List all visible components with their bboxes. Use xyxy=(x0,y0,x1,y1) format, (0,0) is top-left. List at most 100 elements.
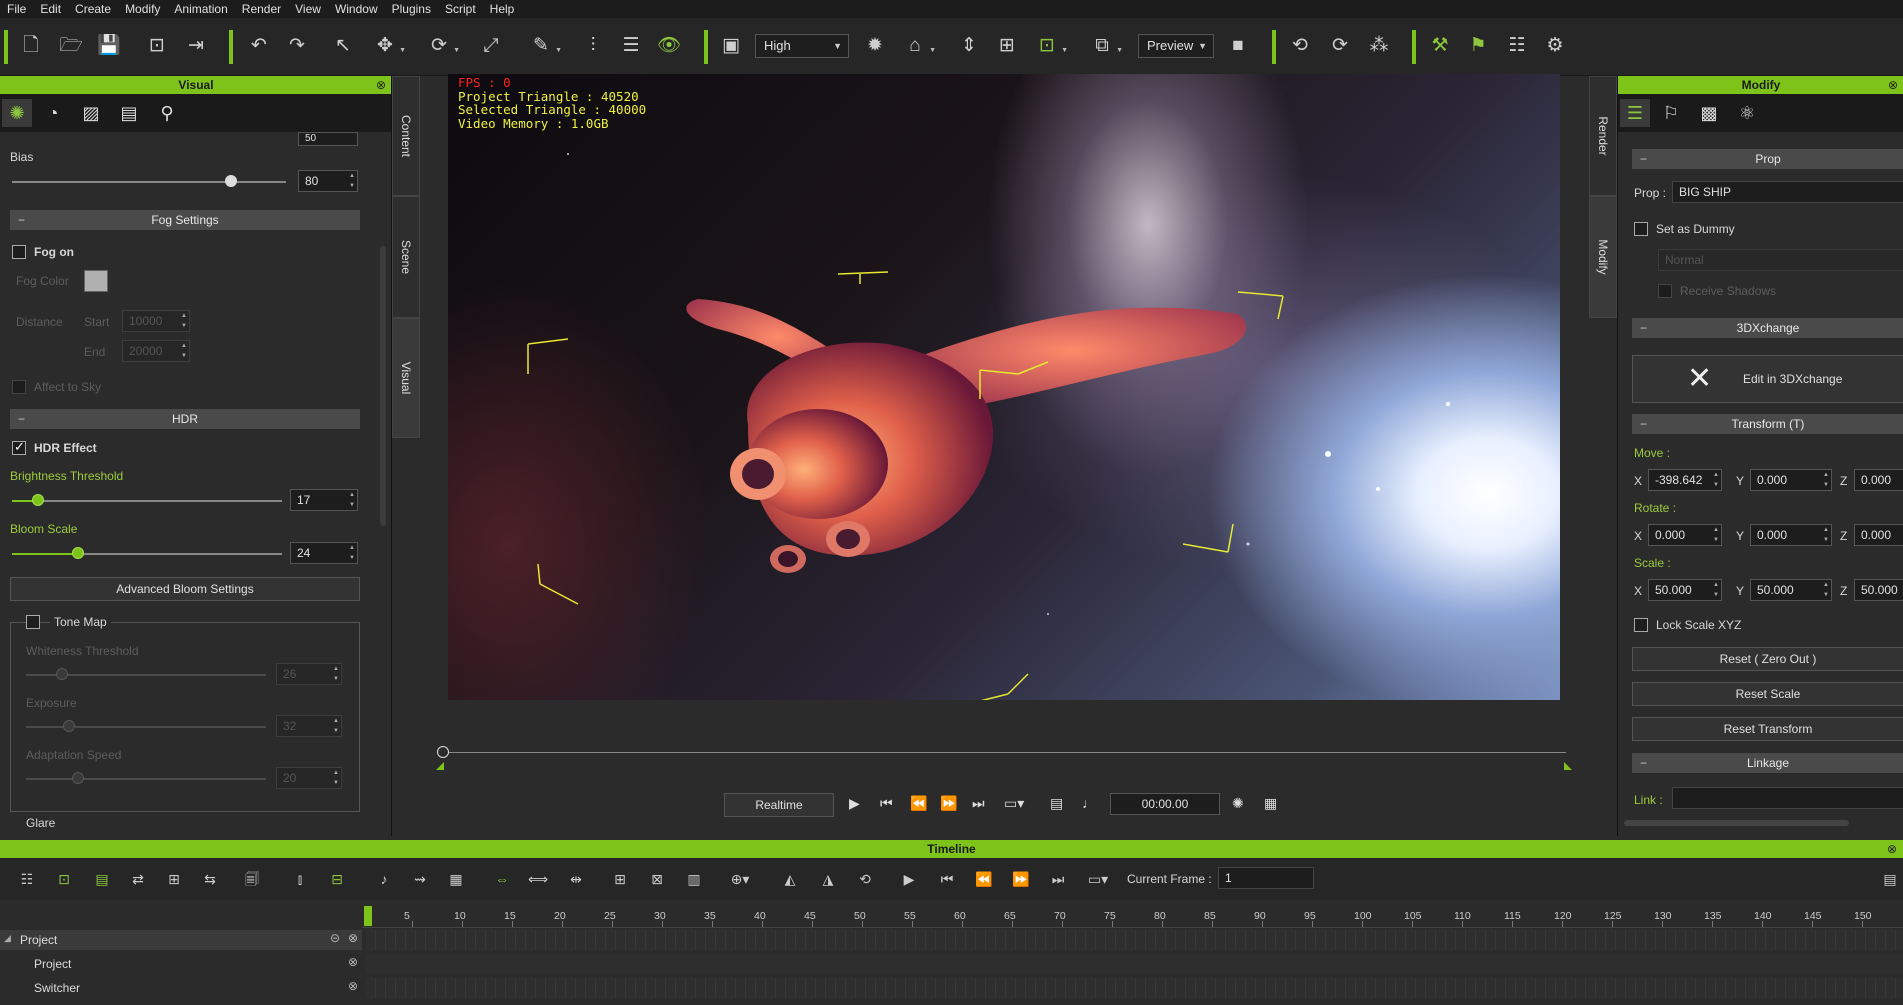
brightness-slider-track[interactable] xyxy=(12,500,282,502)
go-start-icon[interactable]: ⏮ xyxy=(880,795,893,812)
flip-icon[interactable]: ⇆ xyxy=(198,868,222,890)
view-cube-icon[interactable]: ⧉ ▼ xyxy=(1087,30,1123,60)
playhead-marker[interactable] xyxy=(364,906,372,926)
move-x-field[interactable]: -398.642 ▲ ▼ xyxy=(1648,469,1722,491)
new-file-icon[interactable]: 🗋 xyxy=(16,30,46,60)
layers-tab-icon[interactable]: ▤ xyxy=(114,99,144,127)
affect-sky-checkbox[interactable] xyxy=(12,380,26,394)
subtitle-icon[interactable]: ▤ xyxy=(1050,795,1063,812)
tab-content[interactable]: Content xyxy=(392,76,420,196)
save-icon[interactable]: 💾 xyxy=(94,30,124,60)
go-end-icon[interactable]: ⏭ xyxy=(972,795,985,812)
remove-track-icon[interactable]: ⊗ xyxy=(348,931,358,945)
remove-track-icon[interactable]: ⊗ xyxy=(348,955,358,969)
remove-track-icon[interactable]: ⊗ xyxy=(348,979,358,993)
sound-icon[interactable]: ▦ xyxy=(444,868,468,890)
collect-clip-icon[interactable]: ▤ xyxy=(90,868,114,890)
brightness-spin[interactable]: 17 ▲ ▼ xyxy=(290,489,358,511)
tab-render[interactable]: Render xyxy=(1589,76,1617,196)
menu-script[interactable]: Script xyxy=(438,0,483,18)
prop-section-header[interactable]: − Prop xyxy=(1632,149,1903,169)
prev-key-icon[interactable]: ⏪ xyxy=(910,795,927,812)
checklist-icon[interactable]: ☷ xyxy=(1502,30,1532,60)
menu-plugins[interactable]: Plugins xyxy=(385,0,438,18)
align-icon[interactable]: ⫶ xyxy=(578,30,608,60)
expand-arrow-icon[interactable]: ◢ xyxy=(4,933,11,944)
flag-icon[interactable]: ⚑ xyxy=(1463,30,1493,60)
next-key-icon[interactable]: ⏩ xyxy=(940,795,957,812)
fit-vertical-icon[interactable]: ⇕ xyxy=(954,30,984,60)
music-note-icon[interactable]: ♩ xyxy=(1082,795,1096,811)
top-spin-field[interactable]: 50 xyxy=(298,132,358,146)
current-frame-field[interactable]: 1 xyxy=(1218,867,1314,889)
tab-visual[interactable]: Visual xyxy=(392,318,420,438)
link-field[interactable] xyxy=(1672,787,1903,809)
material-tab-icon[interactable]: ▩ xyxy=(1694,99,1724,127)
curve-icon[interactable]: ♪ xyxy=(372,868,396,890)
motion-tab-icon[interactable]: ⚐ xyxy=(1656,99,1686,127)
time-scrubber-track[interactable] xyxy=(442,752,1566,753)
clip-icon[interactable]: 🗐 xyxy=(240,868,264,890)
tl-play-icon[interactable]: ▶ xyxy=(897,868,921,890)
spaceship-model[interactable] xyxy=(448,74,1560,700)
menu-edit[interactable]: Edit xyxy=(33,0,68,18)
physics-tab-icon[interactable]: ⚛ xyxy=(1732,99,1762,127)
menu-create[interactable]: Create xyxy=(68,0,118,18)
fog-on-checkbox[interactable] xyxy=(12,245,26,259)
zoom-icon[interactable]: ⊕▾ xyxy=(728,868,752,890)
move-y-field[interactable]: 0.000 ▲ ▼ xyxy=(1750,469,1832,491)
hdr-effect-checkbox[interactable] xyxy=(12,439,26,455)
prev-frame-marker-icon[interactable]: ◭ xyxy=(778,868,802,890)
export-icon[interactable]: ⇥ xyxy=(181,30,211,60)
loop-icon[interactable]: ▭▾ xyxy=(1004,795,1024,812)
camera-icon[interactable]: ■ xyxy=(1223,30,1253,60)
menu-render[interactable]: Render xyxy=(235,0,288,18)
3d-viewport[interactable]: FPS : 0 Project Triangle : 40520 Selecte… xyxy=(448,74,1560,700)
bias-spin[interactable]: 80 ▲ ▼ xyxy=(298,170,358,192)
track-cells[interactable] xyxy=(366,978,1903,998)
tl-settings-icon[interactable]: ▤ xyxy=(1878,868,1902,890)
realtime-button[interactable]: Realtime xyxy=(724,793,834,817)
bloom-slider-knob[interactable] xyxy=(72,547,84,559)
sky-tab-icon[interactable]: ◔ xyxy=(38,99,68,127)
range-start-marker[interactable] xyxy=(436,762,444,770)
hdr-header[interactable]: − HDR xyxy=(10,409,360,429)
bias-slider-knob[interactable] xyxy=(225,175,237,187)
fog-color-swatch[interactable] xyxy=(84,270,108,292)
frame-selected-icon[interactable]: ⊡ ▼ xyxy=(1032,30,1068,60)
fog-start-spin[interactable]: 10000 ▲ ▼ xyxy=(122,310,190,332)
motion-path-icon[interactable]: ⟲ xyxy=(1285,30,1315,60)
delete-track-icon[interactable]: ⊠ xyxy=(645,868,669,890)
track-cells[interactable] xyxy=(366,930,1903,950)
tab-scene[interactable]: Scene xyxy=(392,196,420,318)
atmosphere-tab-icon[interactable]: ✺ xyxy=(2,99,32,127)
exposure-spin[interactable]: 32 ▲ ▼ xyxy=(276,715,342,737)
transition-icon[interactable]: ⇄ xyxy=(126,868,150,890)
render-icon[interactable]: ⊡ xyxy=(142,30,172,60)
visibility-eye-icon[interactable]: 👁 xyxy=(654,30,684,60)
viewport-layout-icon[interactable]: ▣ xyxy=(716,30,746,60)
menu-modify[interactable]: Modify xyxy=(118,0,167,18)
range-icon[interactable]: ⟺ xyxy=(526,868,550,890)
refresh-icon[interactable]: ⟲ xyxy=(853,868,877,890)
linkage-section-header[interactable]: − Linkage xyxy=(1632,753,1903,773)
insert-icon[interactable]: ⊞ xyxy=(162,868,186,890)
fog-end-spin[interactable]: 20000 ▲ ▼ xyxy=(122,340,190,362)
redo-icon[interactable]: ↷ xyxy=(282,30,312,60)
loop-clip-icon[interactable]: ⇔ xyxy=(490,868,514,890)
rotate-icon[interactable]: ⟳ ▼ xyxy=(424,30,460,60)
close-timeline-icon[interactable]: ⊗ xyxy=(1887,840,1897,858)
right-panel-hscrollbar[interactable] xyxy=(1624,820,1849,826)
track-row-switcher[interactable]: Switcher ⊗ xyxy=(0,978,362,998)
snap-icon[interactable]: ✎ ▼ xyxy=(526,30,562,60)
light-icon[interactable]: ✹ xyxy=(860,30,890,60)
tl-go-end-icon[interactable]: ⏭ xyxy=(1046,868,1070,890)
tab-modify[interactable]: Modify xyxy=(1589,196,1617,318)
scale-y-field[interactable]: 50.000 ▲ ▼ xyxy=(1750,579,1832,601)
tone-map-checkbox[interactable] xyxy=(26,615,40,629)
advanced-bloom-button[interactable]: Advanced Bloom Settings xyxy=(10,577,360,601)
whiteness-slider-knob[interactable] xyxy=(56,668,68,680)
link-tool-icon[interactable]: ⚙ xyxy=(1540,30,1570,60)
play-icon[interactable]: ▶ xyxy=(849,795,860,812)
left-panel-scrollbar[interactable] xyxy=(380,246,386,526)
